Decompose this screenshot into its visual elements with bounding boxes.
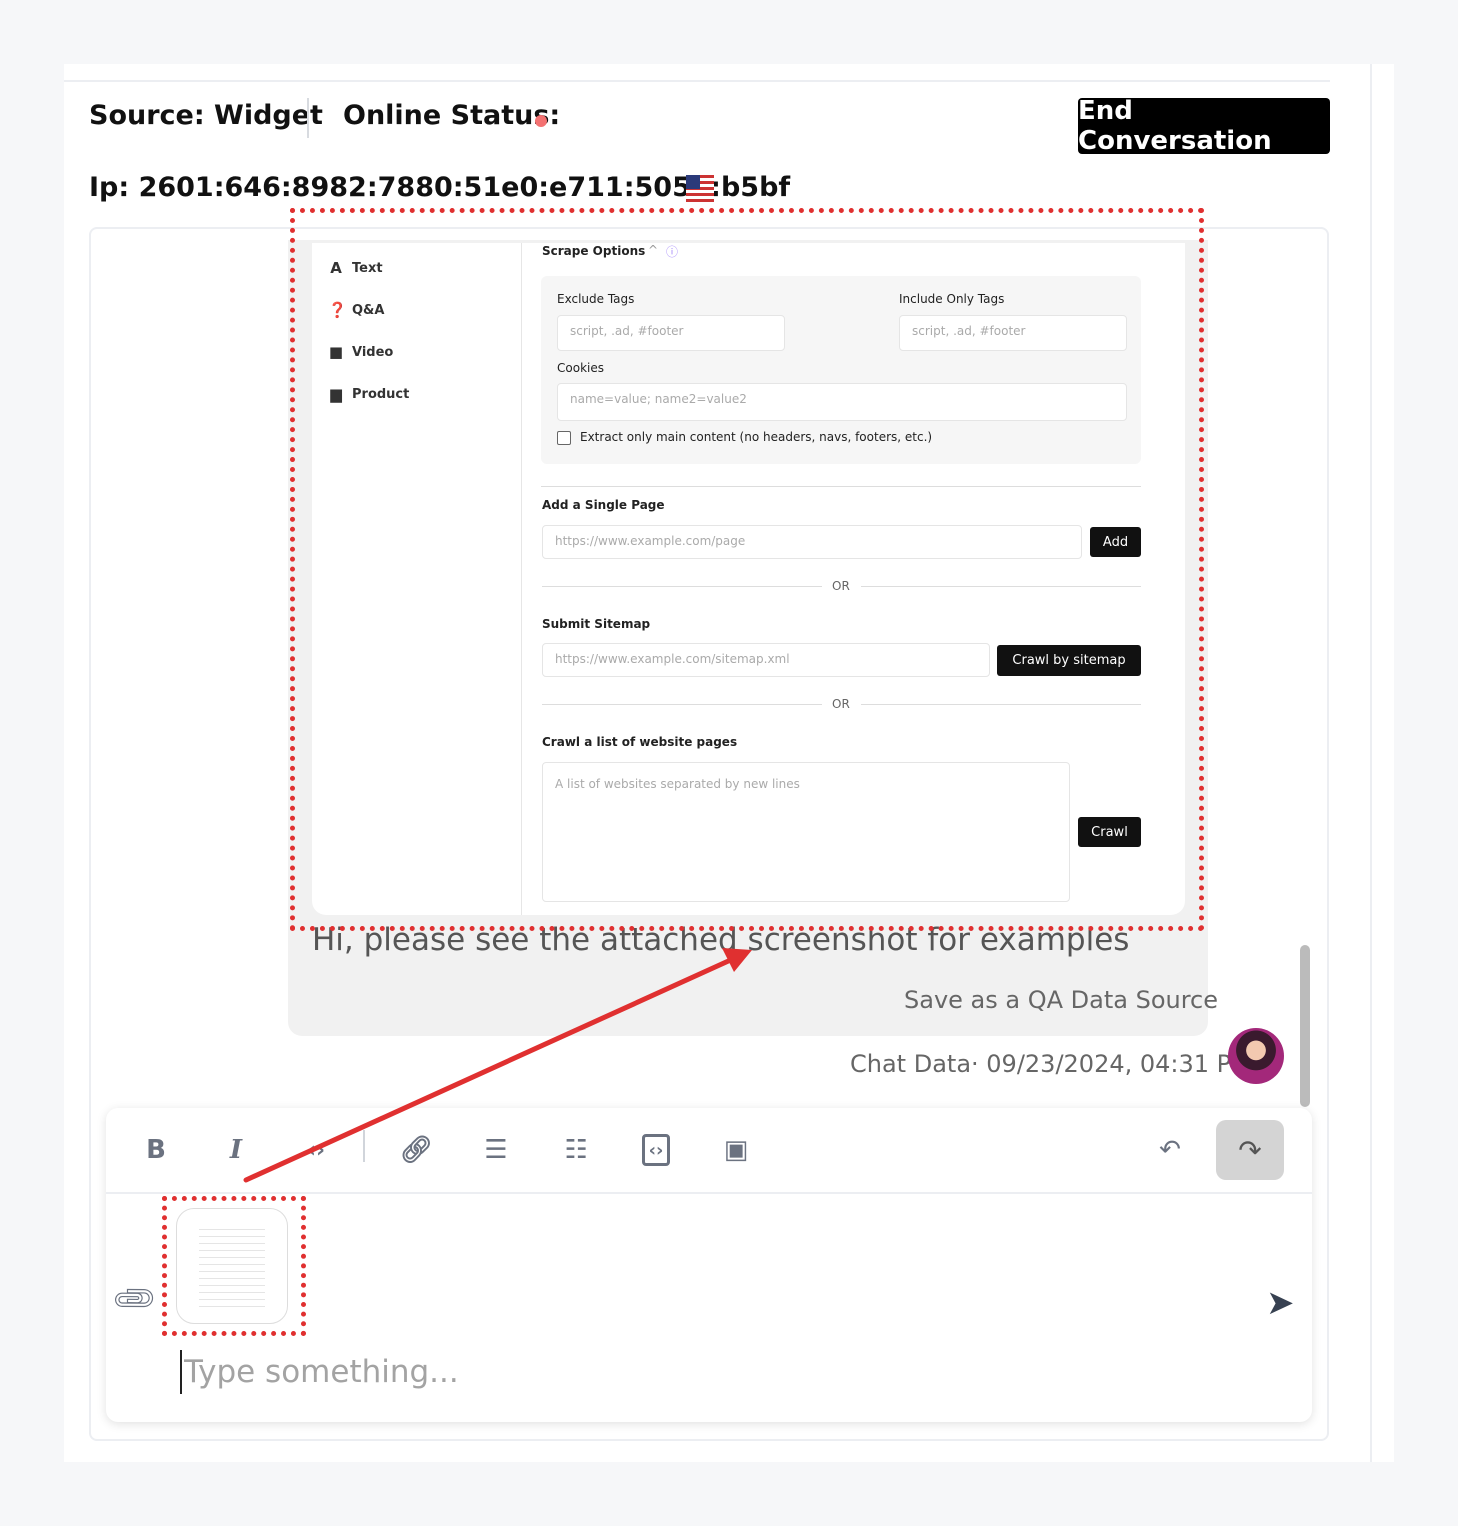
annotation-arrow: [243, 948, 752, 1183]
